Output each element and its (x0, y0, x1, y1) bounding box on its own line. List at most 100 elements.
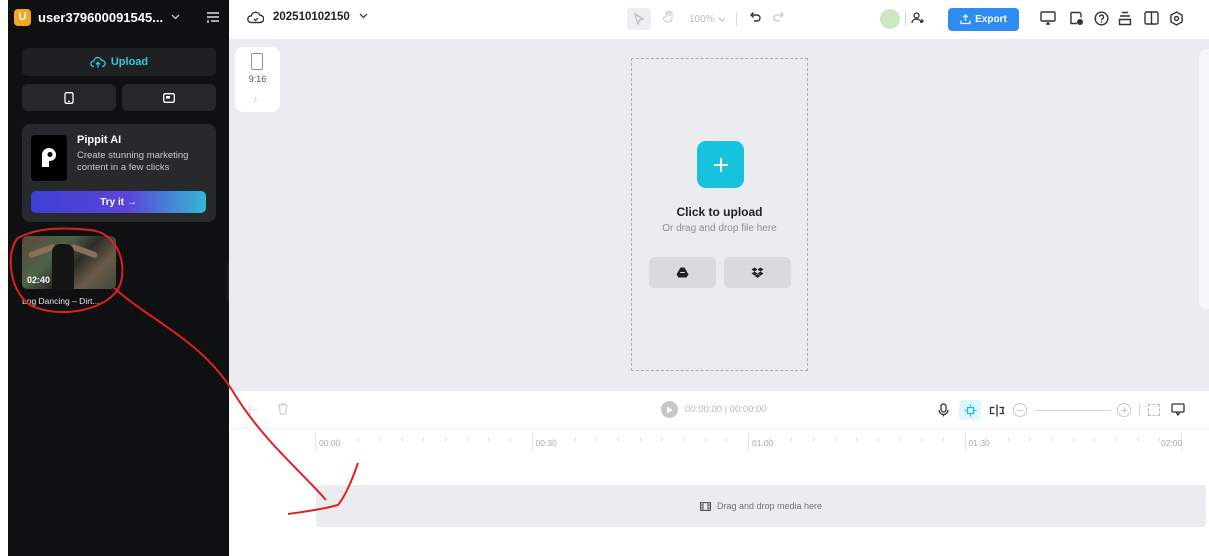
timeline-panel: ⊢ 00:00:00 | 00:00:00 00:00 00:30 01:00 … (229, 391, 1209, 556)
chevron-down-icon[interactable] (359, 11, 368, 22)
ruler-minor-tick (596, 438, 598, 441)
feedback-icon[interactable] (1068, 10, 1084, 26)
ruler-tick (531, 433, 533, 451)
ruler-minor-tick (509, 438, 511, 441)
magnet-icon[interactable] (959, 400, 981, 420)
ruler-tick (964, 433, 966, 451)
ruler-minor-tick (942, 438, 944, 441)
avatar: U (14, 8, 31, 26)
desktop-icon (163, 92, 175, 103)
ruler-minor-tick (899, 438, 901, 441)
ruler-minor-tick (1072, 438, 1074, 441)
layers-icon[interactable] (1117, 10, 1133, 26)
ruler-minor-tick (704, 438, 706, 441)
film-icon (700, 501, 711, 511)
ruler-minor-tick (336, 438, 338, 441)
dropbox-button[interactable] (724, 257, 791, 288)
ruler-minor-tick (423, 438, 425, 441)
select-tool-icon[interactable] (627, 8, 651, 30)
upload-subtitle: Or drag and drop file here (662, 223, 777, 234)
ruler-minor-tick (618, 438, 620, 441)
canvas-tools: 100% (627, 7, 807, 31)
tiktok-icon: ♪ (253, 94, 258, 104)
undo-icon[interactable] (749, 10, 761, 28)
redo-icon[interactable] (773, 10, 785, 28)
split-clip-icon[interactable]: ⊢ (248, 403, 258, 417)
ruler-minor-tick (769, 438, 771, 441)
ruler-minor-tick (466, 438, 468, 441)
add-user-icon[interactable] (911, 11, 925, 30)
ruler-minor-tick (358, 438, 360, 441)
help-icon[interactable] (1093, 10, 1109, 26)
settings-icon[interactable] (1168, 10, 1184, 26)
username: user379600091545... (38, 9, 164, 25)
ruler-tick (748, 433, 749, 451)
ruler-minor-tick (1007, 438, 1009, 441)
zoom-level[interactable]: 100% (689, 14, 715, 25)
ruler-minor-tick (1116, 438, 1118, 441)
ruler-minor-tick (639, 438, 641, 441)
ruler-minor-tick (574, 438, 576, 441)
timeline-toolbar: ⊢ 00:00:00 | 00:00:00 (229, 391, 1209, 429)
ruler-minor-tick (444, 438, 446, 441)
phone-icon (251, 53, 263, 70)
present-icon[interactable] (1040, 10, 1056, 26)
ruler-minor-tick (1137, 438, 1139, 441)
editor-root: U user379600091545... Upload Pippit AI C… (0, 0, 1209, 556)
ruler-tick (315, 433, 316, 451)
media-drop-track[interactable]: Drag and drop media here (316, 485, 1206, 527)
add-media-button[interactable] (697, 141, 744, 188)
ruler-minor-tick (921, 438, 923, 441)
pippit-promo-card: Pippit AI Create stunning marketing cont… (22, 124, 216, 222)
play-button[interactable] (661, 401, 678, 418)
timeline-ruler[interactable]: 00:00 00:30 01:00 01:30 02:00 (315, 433, 1209, 453)
media-duration: 02:40 (27, 275, 51, 285)
ruler-minor-tick (877, 438, 879, 441)
chevron-down-icon (718, 15, 726, 24)
split-icon[interactable] (989, 402, 1005, 418)
menu-icon[interactable] (206, 10, 220, 23)
delete-icon[interactable] (277, 402, 289, 420)
media-title: Log Dancing – Dirt... (22, 296, 100, 306)
try-it-button[interactable]: Try it → (31, 191, 206, 213)
upload-dropzone[interactable]: Click to upload Or drag and drop file he… (631, 58, 808, 371)
panel-toggle-icon[interactable] (1143, 10, 1159, 26)
upload-button[interactable]: Upload (22, 48, 216, 76)
caption-icon[interactable] (1170, 402, 1186, 418)
promo-description: Create stunning marketing content in a f… (77, 150, 189, 173)
microphone-icon[interactable] (935, 402, 951, 418)
hand-tool-icon[interactable] (662, 10, 675, 28)
timeline-controls (935, 400, 1186, 420)
upload-title: Click to upload (676, 205, 763, 219)
user-menu[interactable]: U user379600091545... (14, 6, 224, 28)
ruler-label: 02:00 (1161, 438, 1183, 448)
phone-ratio-button[interactable] (22, 84, 116, 111)
zoom-out-icon[interactable] (1013, 403, 1027, 417)
ruler-minor-tick (1029, 438, 1031, 441)
ruler-minor-tick (553, 438, 555, 441)
ruler-minor-tick (856, 438, 858, 441)
project-name[interactable]: 202510102150 (273, 11, 350, 23)
desktop-ratio-button[interactable] (122, 84, 216, 111)
fit-timeline-icon[interactable] (1148, 404, 1160, 416)
media-thumbnail[interactable]: 02:40 (22, 236, 116, 289)
dropbox-icon (751, 267, 764, 278)
google-drive-icon (676, 267, 689, 278)
pippit-logo (31, 135, 67, 181)
ruler-minor-tick (812, 438, 814, 441)
properties-panel-edge (1199, 49, 1209, 309)
plus-icon (713, 157, 728, 172)
ruler-minor-tick (986, 438, 988, 441)
google-drive-button[interactable] (649, 257, 716, 288)
chevron-down-icon (171, 12, 180, 23)
cloud-upload-icon (90, 56, 106, 68)
drop-label: Drag and drop media here (716, 501, 823, 511)
zoom-slider[interactable] (1035, 409, 1111, 411)
canvas-area: 9:16 ♪ Click to upload Or drag and drop … (229, 39, 1209, 391)
aspect-ratio-card[interactable]: 9:16 ♪ (235, 47, 280, 112)
export-button[interactable]: Export (948, 8, 1019, 31)
aspect-ratio-label: 9:16 (248, 74, 267, 84)
collaborator-avatar[interactable] (880, 9, 900, 29)
time-display: 00:00:00 | 00:00:00 (685, 404, 767, 415)
zoom-in-icon[interactable] (1117, 403, 1131, 417)
